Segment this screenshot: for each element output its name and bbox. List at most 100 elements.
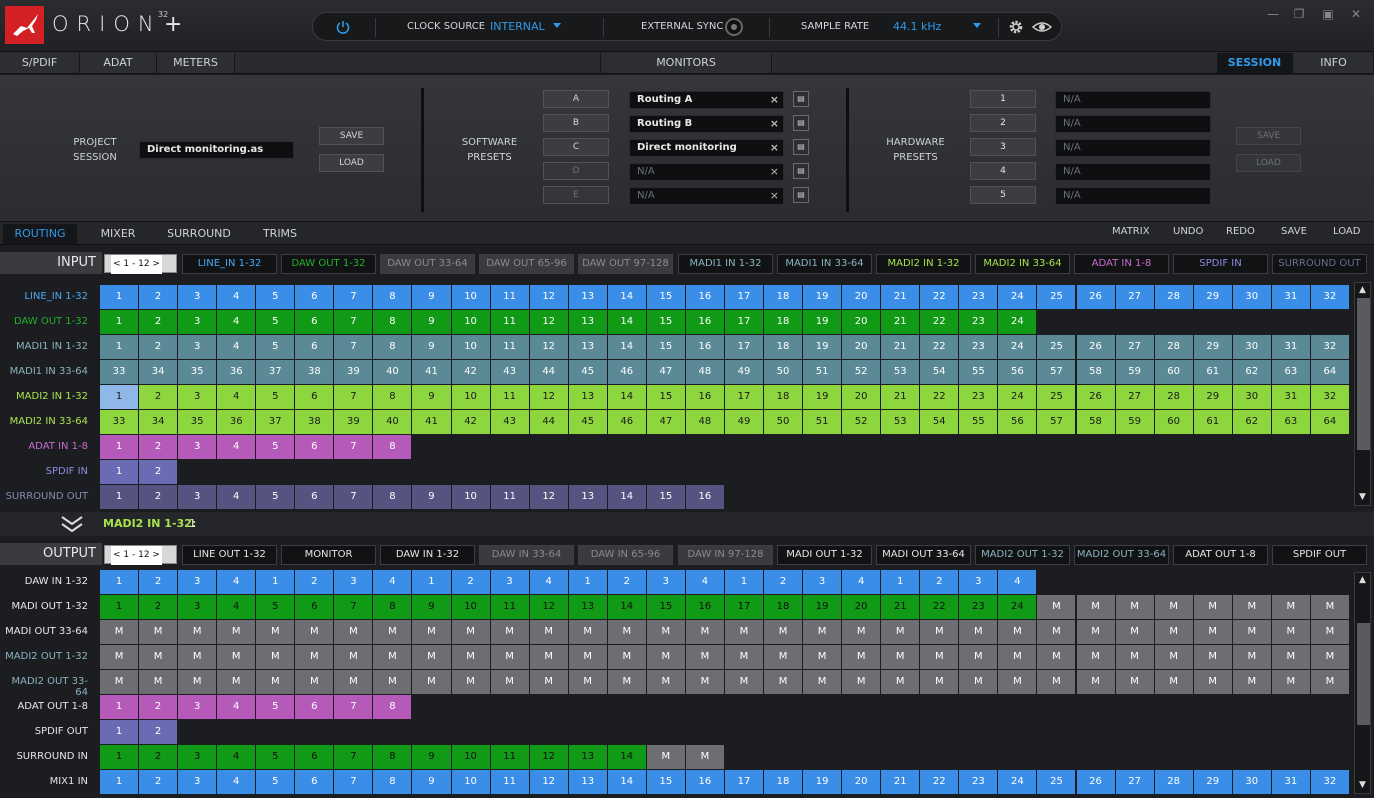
- mute-cell[interactable]: M: [529, 670, 568, 694]
- output-scrollbar[interactable]: ▲ ▼: [1354, 572, 1371, 794]
- scroll-down-icon[interactable]: ▼: [1357, 492, 1368, 503]
- routing-cell[interactable]: 20: [842, 310, 881, 334]
- mute-cell[interactable]: M: [139, 620, 178, 644]
- mute-cell[interactable]: M: [1115, 645, 1154, 669]
- input-source-tab[interactable]: SURROUND OUT: [1272, 254, 1367, 274]
- routing-cell[interactable]: 56: [998, 360, 1037, 384]
- routing-cell[interactable]: 17: [724, 310, 763, 334]
- mute-cell[interactable]: M: [1154, 670, 1193, 694]
- software-preset-field[interactable]: N/A ×: [629, 163, 784, 181]
- routing-cell[interactable]: 18: [764, 770, 803, 794]
- output-pager[interactable]: < 1 - 12 >: [104, 545, 177, 565]
- routing-cell[interactable]: 63: [1271, 410, 1310, 434]
- routing-cell[interactable]: 1: [568, 570, 607, 594]
- routing-cell[interactable]: 19: [803, 385, 842, 409]
- routing-cell[interactable]: 61: [1193, 410, 1232, 434]
- mute-cell[interactable]: M: [881, 620, 920, 644]
- mute-cell[interactable]: M: [1193, 620, 1232, 644]
- routing-cell[interactable]: 4: [217, 435, 256, 459]
- routing-cell[interactable]: 13: [568, 595, 607, 619]
- routing-cell[interactable]: 42: [451, 410, 490, 434]
- routing-cell[interactable]: 1: [100, 720, 139, 744]
- mute-cell[interactable]: M: [842, 670, 881, 694]
- mute-cell[interactable]: M: [842, 645, 881, 669]
- routing-cell[interactable]: 60: [1154, 360, 1193, 384]
- routing-cell[interactable]: 49: [724, 410, 763, 434]
- redo-button[interactable]: REDO: [1226, 226, 1255, 237]
- routing-cell[interactable]: 51: [803, 410, 842, 434]
- routing-cell[interactable]: 8: [373, 770, 412, 794]
- routing-cell[interactable]: 10: [451, 745, 490, 769]
- routing-cell[interactable]: 21: [881, 385, 920, 409]
- routing-cell[interactable]: 16: [685, 595, 724, 619]
- routing-cell[interactable]: 18: [764, 285, 803, 309]
- routing-cell[interactable]: 5: [256, 310, 295, 334]
- mute-cell[interactable]: M: [646, 620, 685, 644]
- output-destination-tab[interactable]: ADAT OUT 1-8: [1173, 545, 1268, 565]
- routing-cell[interactable]: 14: [607, 285, 646, 309]
- mute-cell[interactable]: M: [881, 670, 920, 694]
- input-source-tab[interactable]: MADI1 IN 33-64: [777, 254, 872, 274]
- routing-cell[interactable]: 3: [178, 695, 217, 719]
- routing-cell[interactable]: 2: [139, 720, 178, 744]
- routing-cell[interactable]: 5: [256, 745, 295, 769]
- routing-cell[interactable]: 16: [685, 485, 724, 509]
- routing-cell[interactable]: 25: [1037, 285, 1076, 309]
- mute-cell[interactable]: M: [139, 645, 178, 669]
- routing-cell[interactable]: 19: [803, 310, 842, 334]
- routing-cell[interactable]: 13: [568, 485, 607, 509]
- routing-cell[interactable]: 14: [607, 595, 646, 619]
- routing-cell[interactable]: 21: [881, 285, 920, 309]
- mute-cell[interactable]: M: [998, 645, 1037, 669]
- tab-mixer[interactable]: MIXER: [80, 224, 156, 244]
- minimize-icon[interactable]: —: [1267, 8, 1279, 20]
- routing-cell[interactable]: 16: [685, 310, 724, 334]
- routing-cell[interactable]: 55: [959, 360, 998, 384]
- mute-cell[interactable]: M: [100, 645, 139, 669]
- routing-cell[interactable]: 3: [803, 570, 842, 594]
- routing-cell[interactable]: 29: [1193, 385, 1232, 409]
- routing-cell[interactable]: 24: [998, 310, 1037, 334]
- routing-cell[interactable]: 11: [490, 310, 529, 334]
- routing-cell[interactable]: 4: [217, 570, 256, 594]
- mute-cell[interactable]: M: [685, 620, 724, 644]
- routing-cell[interactable]: 35: [178, 410, 217, 434]
- routing-cell[interactable]: 7: [334, 335, 373, 359]
- output-pager-label[interactable]: < 1 - 12 >: [111, 546, 162, 565]
- routing-cell[interactable]: 58: [1076, 410, 1115, 434]
- routing-cell[interactable]: 46: [607, 410, 646, 434]
- hardware-preset-slot[interactable]: 1: [970, 90, 1036, 108]
- close-icon[interactable]: ✕: [1350, 8, 1362, 20]
- routing-cell[interactable]: 12: [529, 385, 568, 409]
- mute-cell[interactable]: M: [1076, 620, 1115, 644]
- routing-cell[interactable]: 12: [529, 310, 568, 334]
- routing-cell[interactable]: 22: [920, 385, 959, 409]
- routing-cell[interactable]: 13: [568, 310, 607, 334]
- routing-cell[interactable]: 33: [100, 410, 139, 434]
- routing-cell[interactable]: 40: [373, 360, 412, 384]
- routing-cell[interactable]: 4: [373, 570, 412, 594]
- mute-cell[interactable]: M: [1037, 595, 1076, 619]
- routing-cell[interactable]: 8: [373, 595, 412, 619]
- input-source-tab[interactable]: SPDIF IN: [1173, 254, 1268, 274]
- routing-cell[interactable]: 30: [1232, 770, 1271, 794]
- mute-cell[interactable]: M: [178, 645, 217, 669]
- mute-cell[interactable]: M: [607, 670, 646, 694]
- routing-cell[interactable]: 3: [178, 595, 217, 619]
- routing-cell[interactable]: 13: [568, 285, 607, 309]
- routing-cell[interactable]: 7: [334, 435, 373, 459]
- routing-cell[interactable]: 8: [373, 745, 412, 769]
- routing-cell[interactable]: 1: [100, 770, 139, 794]
- routing-cell[interactable]: 29: [1193, 335, 1232, 359]
- routing-cell[interactable]: 32: [1310, 335, 1349, 359]
- mute-cell[interactable]: M: [920, 645, 959, 669]
- routing-cell[interactable]: 62: [1232, 410, 1271, 434]
- routing-cell[interactable]: 60: [1154, 410, 1193, 434]
- routing-cell[interactable]: 25: [1037, 385, 1076, 409]
- routing-cell[interactable]: 5: [256, 770, 295, 794]
- routing-cell[interactable]: 45: [568, 410, 607, 434]
- routing-cell[interactable]: 1: [100, 460, 139, 484]
- routing-cell[interactable]: 20: [842, 285, 881, 309]
- routing-cell[interactable]: 57: [1037, 410, 1076, 434]
- routing-cell[interactable]: 39: [334, 410, 373, 434]
